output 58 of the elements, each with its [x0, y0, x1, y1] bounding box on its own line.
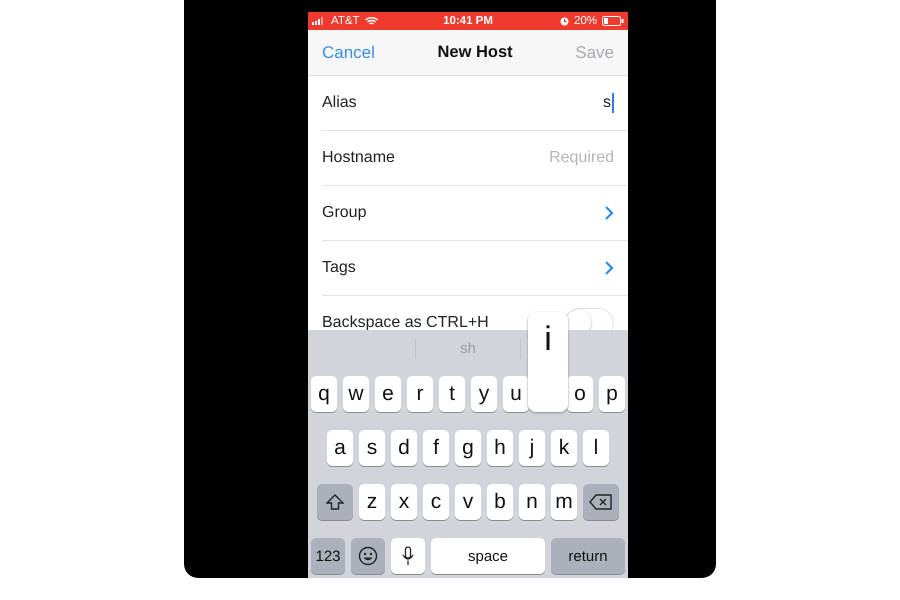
letter-key[interactable]: t	[439, 376, 465, 412]
microphone-icon	[402, 546, 414, 566]
letter-key[interactable]: d	[391, 430, 417, 466]
alarm-icon	[560, 16, 569, 26]
screen-title: New Host	[437, 43, 513, 62]
delete-key[interactable]	[583, 484, 619, 520]
letter-key[interactable]: s	[359, 430, 385, 466]
letter-key[interactable]: p	[599, 376, 625, 412]
chevron-right-icon	[604, 205, 614, 221]
letter-key[interactable]: b	[487, 484, 513, 520]
key-popup: i	[528, 312, 568, 412]
smiley-icon	[358, 546, 378, 566]
dictation-key[interactable]	[391, 538, 425, 574]
toggle-switch[interactable]	[564, 308, 614, 330]
row-label: Hostname	[322, 149, 395, 167]
return-key[interactable]: return	[551, 538, 625, 574]
numbers-key[interactable]: 123	[311, 538, 345, 574]
shift-icon	[326, 494, 344, 510]
letter-key[interactable]: r	[407, 376, 433, 412]
wifi-icon	[364, 16, 378, 26]
space-key[interactable]: space	[431, 538, 545, 574]
letter-key[interactable]: q	[311, 376, 337, 412]
letter-key[interactable]: y	[471, 376, 497, 412]
form-row[interactable]: Alias s	[322, 76, 628, 131]
carrier-name: AT&T	[331, 15, 360, 27]
letter-key[interactable]: h	[487, 430, 513, 466]
row-label: Tags	[322, 259, 356, 277]
letter-key[interactable]: k	[551, 430, 577, 466]
shift-key[interactable]	[317, 484, 353, 520]
letter-key[interactable]: a	[327, 430, 353, 466]
letter-key[interactable]: f	[423, 430, 449, 466]
letter-key[interactable]: u	[503, 376, 529, 412]
row-label: Group	[322, 204, 366, 222]
signal-icon	[312, 17, 326, 25]
form-row[interactable]: Group	[322, 186, 628, 241]
letter-key[interactable]: e	[375, 376, 401, 412]
letter-key[interactable]: o	[567, 376, 593, 412]
emoji-key[interactable]	[351, 538, 385, 574]
battery-icon	[602, 16, 624, 26]
form-row[interactable]: Hostname Required	[322, 131, 628, 186]
letter-key[interactable]: z	[359, 484, 385, 520]
letter-key[interactable]: w	[343, 376, 369, 412]
letter-key[interactable]: n	[519, 484, 545, 520]
letter-key[interactable]: v	[455, 484, 481, 520]
clock-time: 10:41 PM	[443, 15, 493, 27]
row-label: Backspace as CTRL+H	[322, 314, 489, 330]
row-label: Alias	[322, 94, 357, 112]
input-field[interactable]: s	[603, 93, 614, 113]
letter-key[interactable]: m	[551, 484, 577, 520]
letter-key[interactable]: c	[423, 484, 449, 520]
letter-key[interactable]: l	[583, 430, 609, 466]
battery-percent: 20%	[574, 15, 597, 27]
form-row[interactable]: Tags	[322, 241, 628, 296]
backspace-icon	[589, 494, 613, 510]
letter-key[interactable]: j	[519, 430, 545, 466]
letter-key[interactable]: x	[391, 484, 417, 520]
chevron-right-icon	[604, 260, 614, 276]
letter-key[interactable]: g	[455, 430, 481, 466]
